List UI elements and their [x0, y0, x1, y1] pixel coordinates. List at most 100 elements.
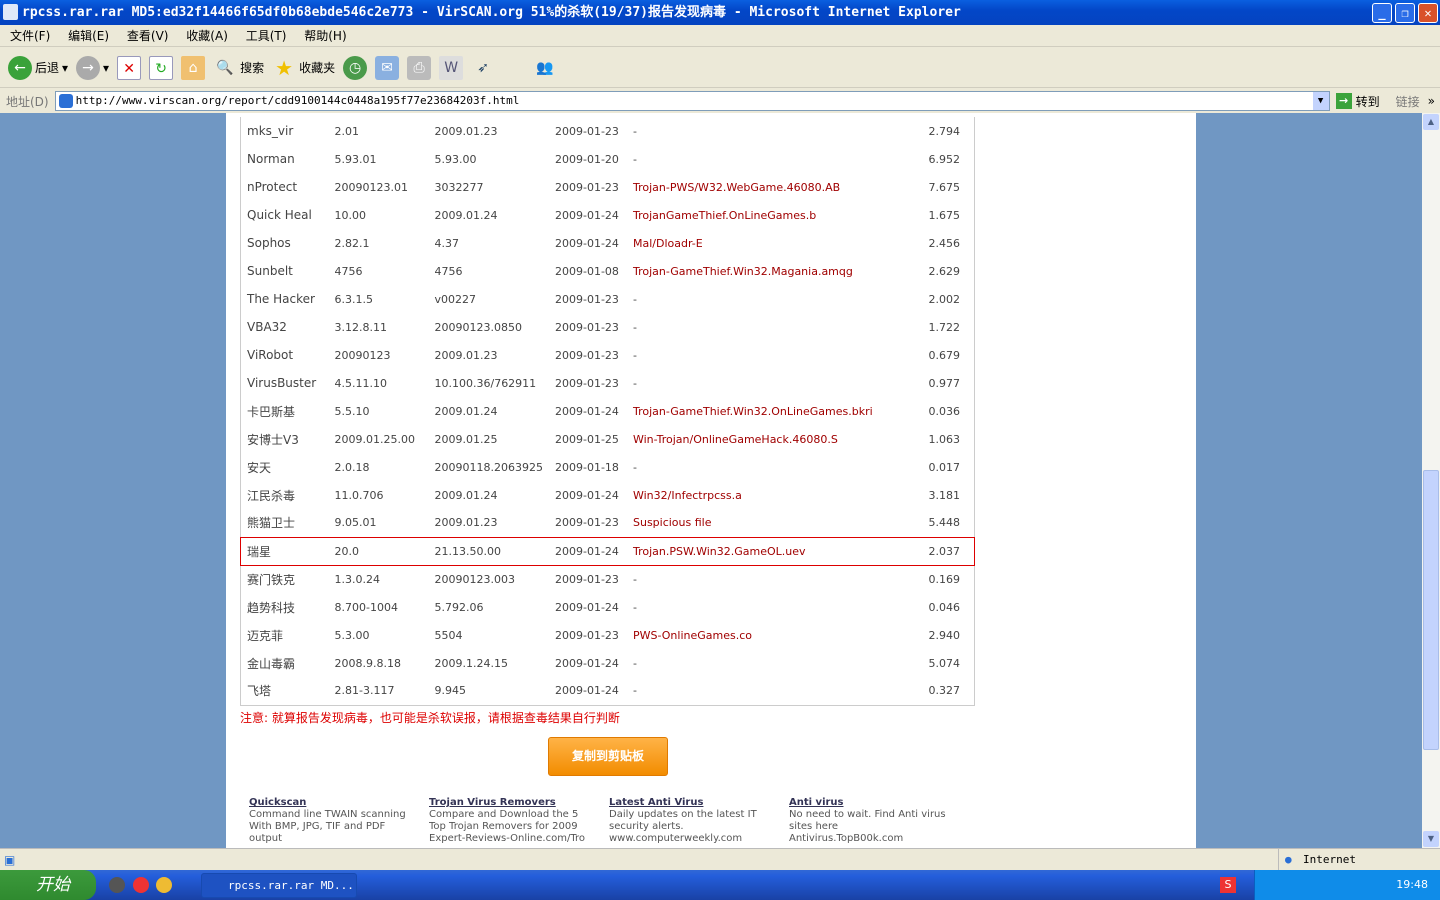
mail-icon[interactable]: ✉: [375, 55, 400, 80]
engine-version: 2.01: [334, 124, 360, 138]
engine-version: 20090123: [334, 348, 391, 362]
close-button[interactable]: ✕: [1418, 3, 1438, 23]
quicklaunch-icon[interactable]: [109, 877, 125, 893]
messenger-icon[interactable]: ➶: [471, 56, 495, 80]
scan-result: Win32/Infectrpcss.a: [632, 488, 742, 502]
links-button[interactable]: 链接: [1396, 93, 1420, 110]
scan-result: -: [632, 572, 637, 586]
scroll-thumb[interactable]: [1423, 470, 1439, 750]
ad-text: With BMP, JPG, TIF and PDF: [249, 821, 386, 832]
scan-time: 2.794: [928, 124, 961, 138]
scan-result: -: [632, 684, 637, 698]
ie-icon: [3, 4, 18, 20]
definition-date: 2009-01-24: [554, 404, 619, 418]
restore-button[interactable]: ❐: [1395, 3, 1415, 23]
engine-version: 2.81-3.117: [334, 684, 395, 698]
table-row: Quick Heal 10.00 2009.01.24 2009-01-24 Troja…: [241, 201, 975, 229]
definition-date: 2009-01-24: [554, 600, 619, 614]
taskbar-ie-window[interactable]: rpcss.rar.rar MD...: [201, 873, 357, 898]
favorites-button[interactable]: ★ 收藏夹: [272, 52, 335, 84]
print-icon[interactable]: ⎙: [407, 55, 432, 80]
scroll-up-icon[interactable]: ▲: [1423, 114, 1439, 130]
scan-time: 2.629: [928, 264, 961, 278]
definition-date: 2009-01-24: [554, 236, 619, 250]
quicklaunch-icon[interactable]: [156, 877, 172, 893]
table-row: 安博士V3 2009.01.25.00 2009.01.25 2009-01-25 Wi…: [241, 425, 975, 453]
scroll-down-icon[interactable]: ▼: [1423, 831, 1439, 847]
scan-time: 3.181: [928, 488, 961, 502]
go-button[interactable]: → 转到: [1335, 93, 1380, 110]
forward-arrow-icon: →: [76, 55, 101, 80]
ad-text: Daily updates on the latest IT: [609, 809, 757, 820]
menu-help[interactable]: 帮助(H): [304, 25, 346, 47]
stop-icon[interactable]: ✕: [117, 55, 142, 80]
table-row: VBA32 3.12.8.11 20090123.0850 2009-01-23- 1.…: [241, 313, 975, 341]
ad-text: www.computerweekly.com: [609, 833, 743, 844]
forward-button[interactable]: → ▾: [76, 52, 109, 84]
scan-result: Trojan-PWS/W32.WebGame.46080.AB: [632, 180, 841, 194]
table-row: Sunbelt 4756 4756 2009-01-08 Trojan-GameThie…: [241, 257, 975, 285]
ad-link[interactable]: Quickscan: [249, 797, 429, 809]
ad-link[interactable]: Trojan Virus Removers: [429, 797, 609, 809]
ad-link[interactable]: Latest Anti Virus: [609, 797, 789, 809]
scan-time: 0.327: [928, 684, 961, 698]
definition-date: 2009-01-23: [554, 348, 619, 362]
edit-word-icon[interactable]: W: [439, 55, 464, 80]
page-content: mks_vir 2.01 2009.01.23 2009-01-23-2.794 Nor…: [226, 113, 1196, 848]
definition-version: 5504: [434, 628, 463, 642]
copy-to-clipboard-button[interactable]: 复制到剪贴板: [548, 737, 668, 776]
ad-text: output: [249, 833, 282, 844]
start-button[interactable]: 开始: [0, 870, 96, 900]
engine-name: 安天: [247, 460, 272, 475]
history-icon[interactable]: ◷: [343, 55, 368, 80]
menu-view[interactable]: 查看(V): [127, 25, 169, 47]
engine-name: 迈克菲: [247, 628, 284, 643]
ime-icon[interactable]: S: [1220, 877, 1236, 893]
address-dropdown[interactable]: ▼: [1312, 92, 1329, 110]
ad-link[interactable]: Anti virus: [789, 797, 969, 809]
page-icon: [58, 94, 73, 108]
search-button[interactable]: 🔍 搜索: [213, 52, 264, 84]
engine-name: 安博士V3: [247, 432, 299, 447]
engine-name: ViRobot: [247, 348, 294, 362]
engine-name: 熊猫卫士: [247, 516, 296, 531]
definition-version: 2009.1.24.15: [434, 656, 508, 670]
scan-time: 2.037: [914, 536, 975, 566]
scan-result: TrojanGameThief.OnLineGames.b: [632, 208, 817, 222]
menu-favorites[interactable]: 收藏(A): [186, 25, 228, 47]
scan-result: -: [632, 124, 637, 138]
star-icon: ★: [275, 55, 294, 80]
go-label: 转到: [1355, 94, 1380, 109]
definition-version: 2009.01.23: [434, 348, 498, 362]
scan-time: 0.036: [928, 404, 961, 418]
chevron-icon[interactable]: »: [1428, 94, 1435, 108]
home-icon[interactable]: ⌂: [181, 55, 206, 80]
engine-version: 4756: [334, 264, 363, 278]
vertical-scrollbar[interactable]: ▲ ▼: [1422, 113, 1440, 848]
engine-name: The Hacker: [247, 292, 315, 306]
menu-tools[interactable]: 工具(T): [246, 25, 287, 47]
definition-version: 2009.01.24: [434, 404, 498, 418]
back-button[interactable]: ← 后退 ▾: [8, 52, 68, 84]
table-row: 瑞星 20.0 21.13.50.00 2009-01-24 Trojan.PSW.Wi…: [240, 536, 975, 566]
engine-name: 江民杀毒: [247, 488, 296, 503]
minimize-button[interactable]: _: [1372, 3, 1392, 23]
menu-edit[interactable]: 编辑(E): [68, 25, 109, 47]
address-label: 地址(D): [6, 94, 49, 109]
table-row: 迈克菲 5.3.00 5504 2009-01-23 PWS-OnlineGames.c…: [241, 621, 975, 649]
quicklaunch-icon[interactable]: [133, 877, 149, 893]
definition-date: 2009-01-24: [554, 684, 619, 698]
status-bar: ▣ ● Internet: [0, 848, 1440, 871]
refresh-icon[interactable]: ↻: [149, 55, 174, 80]
table-row: Sophos 2.82.1 4.37 2009-01-24 Mal/Dloadr-E 2.…: [241, 229, 975, 257]
address-bar: 地址(D) http://www.virscan.org/report/cdd9…: [0, 89, 1440, 113]
engine-name: nProtect: [247, 180, 298, 194]
definition-date: 2009-01-24: [554, 656, 619, 670]
ad-text: sites here: [789, 821, 838, 832]
msn-people-icon[interactable]: 👥: [533, 56, 557, 80]
address-input[interactable]: http://www.virscan.org/report/cdd9100144…: [54, 91, 1330, 111]
menu-file[interactable]: 文件(F): [10, 25, 50, 47]
title-bar: rpcss.rar.rar MD5:ed32f14466f65df0b68ebd…: [0, 0, 1440, 25]
definition-version: 5.792.06: [434, 600, 484, 614]
scan-result: Trojan.PSW.Win32.GameOL.uev: [626, 536, 915, 566]
